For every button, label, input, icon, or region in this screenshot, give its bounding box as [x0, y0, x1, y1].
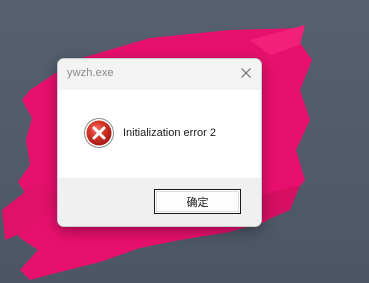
window-title: ywzh.exe	[67, 67, 114, 79]
dialog-footer: 确定	[58, 178, 261, 226]
error-message: Initialization error 2	[123, 127, 216, 139]
close-button[interactable]	[231, 59, 261, 87]
error-dialog: ywzh.exe Initialization error 2 确定	[57, 58, 262, 227]
desktop-background: ywzh.exe Initialization error 2 确定	[0, 0, 369, 283]
error-icon	[84, 118, 114, 148]
title-bar: ywzh.exe	[58, 59, 261, 90]
close-icon	[241, 68, 251, 78]
ok-button[interactable]: 确定	[154, 189, 241, 214]
dialog-content: Initialization error 2	[58, 90, 261, 178]
